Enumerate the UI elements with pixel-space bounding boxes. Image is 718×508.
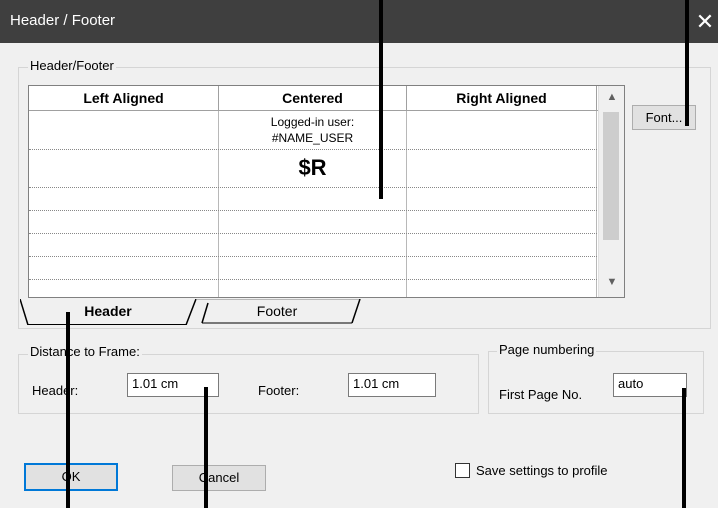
footer-distance-input[interactable]: 1.01 cm (348, 373, 436, 397)
window-title: Header / Footer (10, 12, 116, 29)
cell-user-variable: #NAME_USER (271, 131, 354, 145)
cell-right[interactable] (407, 188, 597, 210)
grid-row[interactable] (29, 280, 599, 297)
scroll-up-icon[interactable]: ▲ (599, 91, 624, 103)
cell-left[interactable] (29, 257, 219, 279)
cell-left[interactable] (29, 111, 219, 149)
tab-footer[interactable]: Footer (202, 299, 352, 323)
cell-center[interactable] (219, 280, 407, 297)
annotation-line (685, 0, 689, 126)
tab-header-label: Header (84, 303, 132, 319)
save-profile-label[interactable]: Save settings to profile (476, 463, 608, 478)
cell-left[interactable] (29, 280, 219, 297)
grid-scrollbar[interactable]: ▲ ▼ (598, 86, 624, 297)
cell-center[interactable] (219, 211, 407, 233)
grid-row[interactable] (29, 234, 599, 257)
cell-left[interactable] (29, 211, 219, 233)
tab-header[interactable]: Header (28, 299, 188, 323)
grid-row[interactable] (29, 211, 599, 234)
cell-center[interactable] (219, 234, 407, 256)
cell-right[interactable] (407, 257, 597, 279)
scroll-thumb[interactable] (603, 112, 619, 240)
grid-row[interactable] (29, 257, 599, 280)
annotation-line (682, 388, 686, 508)
cell-left[interactable] (29, 150, 219, 187)
cell-right[interactable] (407, 111, 597, 149)
cell-right[interactable] (407, 280, 597, 297)
column-header-right-aligned[interactable]: Right Aligned (407, 86, 597, 110)
cell-center[interactable] (219, 257, 407, 279)
first-page-label: First Page No. (499, 387, 583, 402)
tab-footer-label: Footer (256, 303, 298, 319)
footer-distance-label: Footer: (258, 383, 300, 398)
ok-button[interactable]: OK (24, 463, 118, 491)
scroll-down-icon[interactable]: ▼ (599, 276, 624, 288)
cell-report-variable: $R (298, 155, 327, 180)
header-footer-grid[interactable]: Left Aligned Centered Right Aligned Logg… (28, 85, 625, 298)
annotation-line (379, 0, 383, 199)
column-header-left-aligned[interactable]: Left Aligned (29, 86, 219, 110)
grid-row[interactable]: $R (29, 150, 599, 188)
header-distance-label: Header: (32, 383, 79, 398)
distance-to-frame-label: Distance to Frame: (28, 344, 142, 359)
grid-header-row: Left Aligned Centered Right Aligned (29, 86, 599, 111)
first-page-input[interactable]: auto (613, 373, 687, 397)
save-profile-checkbox[interactable] (455, 463, 470, 478)
cell-right[interactable] (407, 234, 597, 256)
cell-left[interactable] (29, 188, 219, 210)
grid-row[interactable] (29, 188, 599, 211)
title-bar: Header / Footer ✕ (0, 0, 718, 43)
ok-button-label: OK (61, 469, 81, 484)
page-numbering-label: Page numbering (497, 342, 597, 357)
header-footer-group-label: Header/Footer (28, 58, 116, 73)
annotation-line (66, 312, 70, 508)
close-icon[interactable]: ✕ (692, 0, 718, 43)
cancel-button[interactable]: Cancel (172, 465, 266, 491)
cell-right[interactable] (407, 150, 597, 187)
header-footer-tabs: Header Footer (20, 299, 626, 325)
cell-left[interactable] (29, 234, 219, 256)
grid-row[interactable]: Logged-in user: #NAME_USER (29, 111, 599, 150)
annotation-line (204, 387, 208, 508)
cell-right[interactable] (407, 211, 597, 233)
cell-user-label: Logged-in user: (270, 115, 355, 129)
